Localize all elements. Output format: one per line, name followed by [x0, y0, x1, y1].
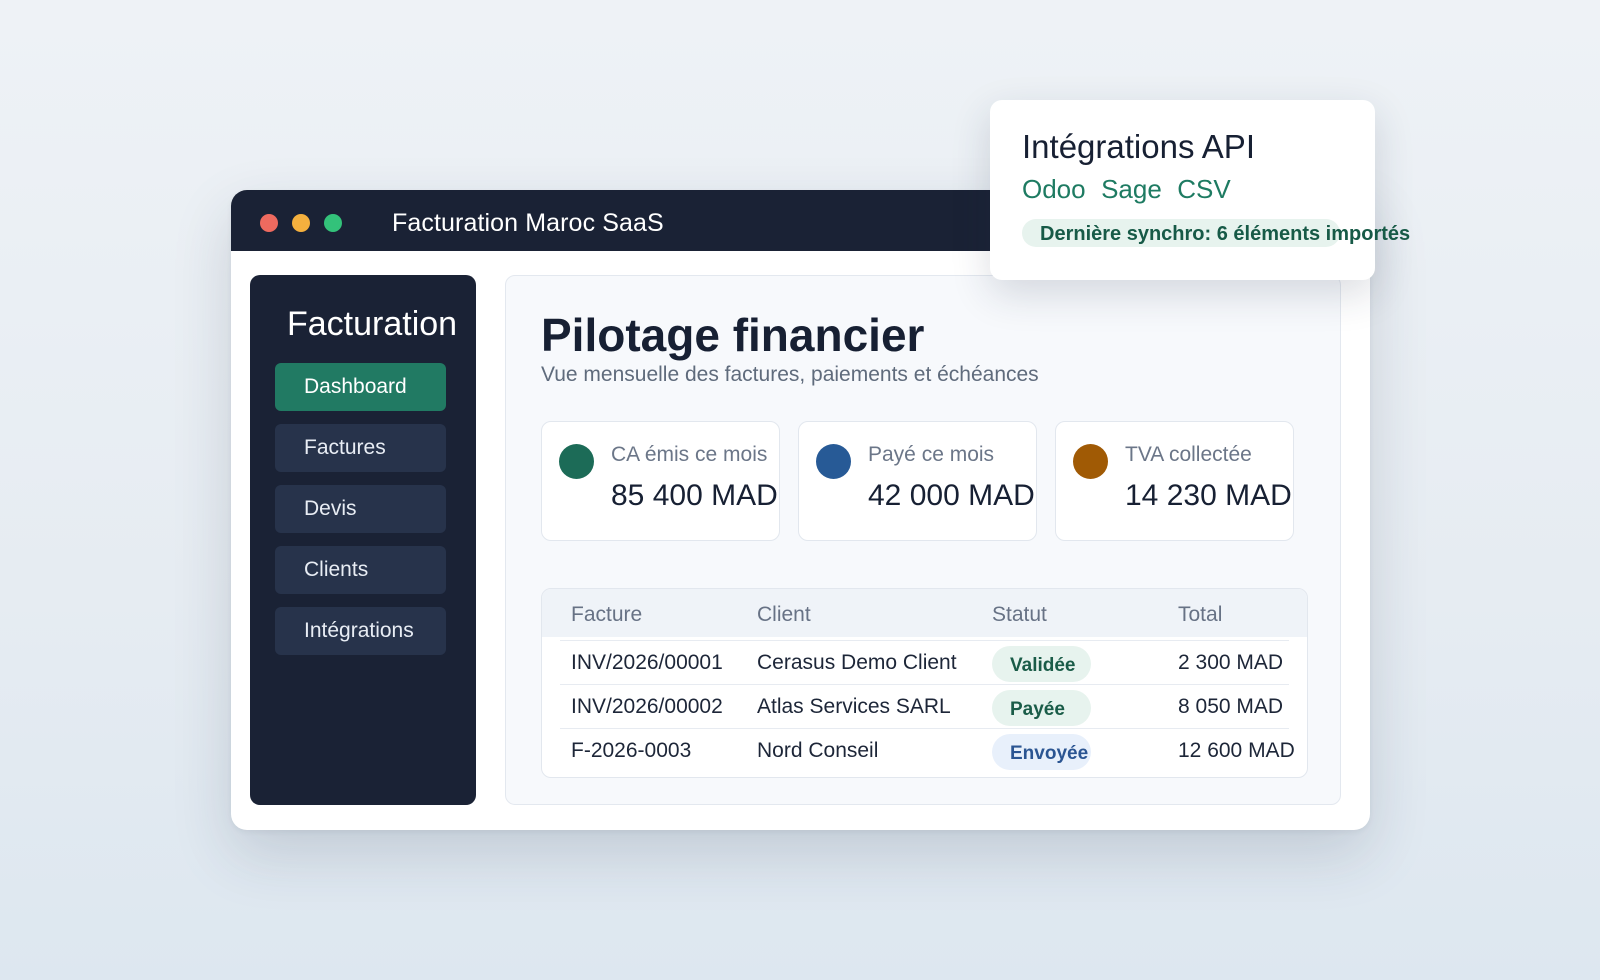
kpi-label: CA émis ce mois	[611, 443, 768, 466]
integrations-links: Odoo Sage CSV	[1022, 174, 1242, 205]
invoice-total: 2 300 MAD	[1178, 651, 1284, 674]
integrations-card: Intégrations API Odoo Sage CSV Dernière …	[990, 100, 1410, 280]
status-badge: Envoyée	[992, 734, 1091, 770]
column-header-facture[interactable]: Facture	[571, 603, 642, 627]
invoice-total: 12 600 MAD	[1178, 739, 1295, 762]
table-row[interactable]: INV/2026/00002 Atlas Services SARL Payée…	[560, 684, 1289, 728]
page-title: Pilotage financier	[541, 309, 925, 361]
integration-link-odoo[interactable]: Odoo	[1022, 174, 1086, 205]
kpi-card-paye: Payé ce mois 42 000 MAD	[798, 421, 1037, 541]
kpi-dot-icon	[1073, 444, 1108, 479]
column-header-client[interactable]: Client	[757, 603, 811, 627]
status-badge: Payée	[992, 690, 1091, 726]
kpi-label: TVA collectée	[1125, 443, 1252, 466]
client-name: Nord Conseil	[757, 739, 879, 762]
kpi-value: 42 000 MAD	[868, 479, 1035, 512]
table-header: Facture Client Statut Total	[542, 589, 1307, 637]
minimize-window-button[interactable]	[292, 214, 310, 232]
table-row[interactable]: INV/2026/00001 Cerasus Demo Client Valid…	[560, 640, 1289, 684]
page-subtitle: Vue mensuelle des factures, paiements et…	[541, 363, 1039, 386]
column-header-statut[interactable]: Statut	[992, 603, 1047, 627]
kpi-value: 14 230 MAD	[1125, 479, 1292, 512]
integrations-title: Intégrations API	[1022, 128, 1255, 165]
dashboard-panel: Pilotage financier Vue mensuelle des fac…	[505, 275, 1341, 805]
sidebar-item-integrations[interactable]: Intégrations	[275, 607, 446, 655]
client-name: Atlas Services SARL	[757, 695, 951, 718]
app-window: Facturation Maroc SaaS Facturation Dashb…	[231, 190, 1370, 830]
integration-link-sage[interactable]: Sage	[1101, 174, 1162, 205]
invoice-number: INV/2026/00001	[571, 651, 723, 674]
invoice-number: F-2026-0003	[571, 739, 692, 762]
maximize-window-button[interactable]	[324, 214, 342, 232]
invoice-total: 8 050 MAD	[1178, 695, 1284, 718]
sync-status-badge: Dernière synchro: 6 éléments importés	[1022, 219, 1410, 247]
sidebar-item-dashboard[interactable]: Dashboard	[275, 363, 446, 411]
invoice-number: INV/2026/00002	[571, 695, 723, 718]
sidebar-item-devis[interactable]: Devis	[275, 485, 446, 533]
close-window-button[interactable]	[260, 214, 278, 232]
status-badge: Validée	[992, 646, 1091, 682]
sidebar: Facturation Dashboard Factures Devis Cli…	[250, 275, 476, 805]
kpi-value: 85 400 MAD	[611, 479, 778, 512]
table-row[interactable]: F-2026-0003 Nord Conseil Envoyée 12 600 …	[560, 728, 1295, 772]
sidebar-item-clients[interactable]: Clients	[275, 546, 446, 594]
kpi-dot-icon	[816, 444, 851, 479]
column-header-total[interactable]: Total	[1178, 603, 1222, 627]
integration-link-csv[interactable]: CSV	[1177, 174, 1230, 205]
invoices-table: Facture Client Statut Total INV/2026/000…	[541, 588, 1308, 778]
kpi-dot-icon	[559, 444, 594, 479]
client-name: Cerasus Demo Client	[757, 651, 957, 674]
kpi-card-tva: TVA collectée 14 230 MAD	[1055, 421, 1294, 541]
sidebar-item-factures[interactable]: Factures	[275, 424, 446, 472]
kpi-card-ca: CA émis ce mois 85 400 MAD	[541, 421, 780, 541]
app-title: Facturation Maroc SaaS	[392, 209, 664, 237]
kpi-label: Payé ce mois	[868, 443, 995, 466]
sidebar-brand: Facturation	[287, 305, 458, 343]
